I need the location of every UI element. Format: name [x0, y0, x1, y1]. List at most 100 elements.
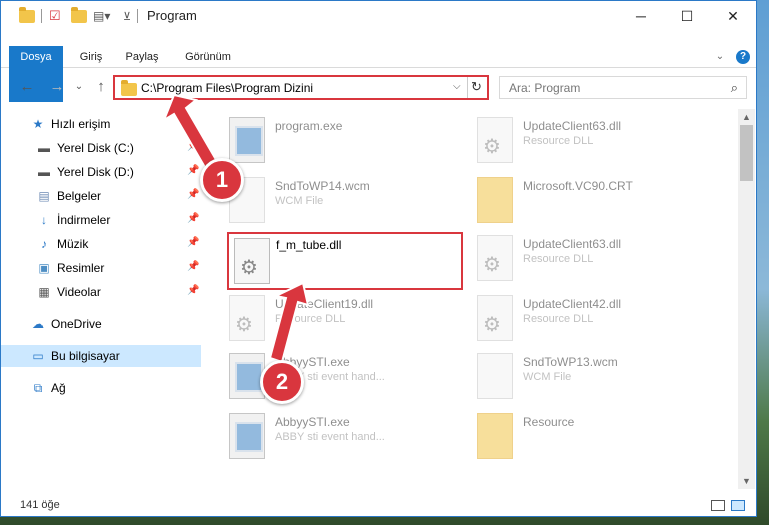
- download-icon: ↓: [41, 213, 47, 227]
- file-name: SndToWP14.wcm: [275, 179, 370, 193]
- minimize-button[interactable]: ─: [618, 1, 664, 31]
- pin-icon[interactable]: 📌: [187, 189, 199, 200]
- nav-network[interactable]: ⧉ Ağ: [1, 377, 201, 399]
- pin-icon[interactable]: 📌: [187, 165, 199, 176]
- address-dropdown-icon[interactable]: ⌵: [453, 81, 461, 92]
- tab-share[interactable]: Paylaş: [119, 46, 165, 68]
- maximize-button[interactable]: ☐: [664, 1, 710, 31]
- file-list: program.exe SndToWP14.wcm WCM File Updat…: [211, 109, 738, 489]
- nav-label: Belgeler: [57, 189, 102, 203]
- file-name: UpdateClient42.dll: [523, 297, 622, 311]
- pin-icon[interactable]: 📌: [187, 213, 199, 224]
- nav-videos[interactable]: ▦ Videolar 📌: [1, 281, 201, 303]
- music-icon: ♪: [41, 237, 47, 251]
- file-name: f_m_tube.dll: [276, 238, 342, 252]
- file-item[interactable]: UpdateClient63.dll Resource DLL: [459, 113, 704, 169]
- search-placeholder: Ara: Program: [509, 81, 581, 95]
- search-icon[interactable]: ⌕: [731, 80, 738, 96]
- file-item[interactable]: AbbyySTI.exe ABBY sti event hand...: [211, 409, 456, 465]
- dll-file-icon: [477, 295, 513, 341]
- new-folder-icon[interactable]: [71, 6, 87, 24]
- nav-downloads[interactable]: ↓ İndirmeler 📌: [1, 209, 201, 231]
- exe-file-icon: [229, 117, 265, 163]
- dll-file-icon: [229, 295, 265, 341]
- file-item[interactable]: UpdateClient63.dll Resource DLL: [459, 231, 704, 287]
- tab-home[interactable]: Giriş: [71, 46, 111, 68]
- item-count: 141 öğe: [20, 499, 60, 511]
- file-type: Resource DLL: [275, 313, 346, 325]
- pin-icon[interactable]: 📌: [187, 141, 199, 152]
- file-type: Resource DLL: [523, 313, 594, 325]
- nav-music[interactable]: ♪ Müzik 📌: [1, 233, 201, 255]
- address-path[interactable]: C:\Program Files\Program Dizini: [141, 81, 313, 95]
- nav-onedrive[interactable]: ☁ OneDrive: [31, 313, 201, 335]
- folder-icon: [19, 6, 35, 24]
- step-2-badge: 2: [260, 360, 304, 404]
- ribbon-tabs: Dosya Giriş Paylaş Görünüm ⌄ ?: [1, 46, 756, 102]
- file-item[interactable]: SndToWP13.wcm WCM File: [459, 349, 704, 405]
- pin-icon[interactable]: 📌: [187, 237, 199, 248]
- window-title: Program: [147, 8, 197, 23]
- drive-icon: ▬: [38, 141, 50, 155]
- file-type: Resource DLL: [523, 135, 594, 147]
- nav-quick-access[interactable]: ★ Hızlı erişim: [31, 113, 201, 135]
- nav-this-pc[interactable]: ▭ Bu bilgisayar: [1, 345, 201, 367]
- search-input[interactable]: Ara: Program ⌕: [499, 76, 747, 99]
- computer-icon: ▭: [32, 349, 44, 363]
- details-view-icon[interactable]: [711, 500, 725, 511]
- divider: [137, 9, 138, 23]
- nav-label: İndirmeler: [57, 213, 111, 227]
- file-name: UpdateClient63.dll: [523, 119, 622, 133]
- title-bar: ☑ ▤▾ ⊻ Program ─ ☐ ✕: [1, 1, 756, 31]
- scroll-thumb[interactable]: [740, 125, 753, 181]
- file-item[interactable]: Microsoft.VC90.CRT: [459, 173, 704, 229]
- large-icons-view-icon[interactable]: [731, 500, 745, 511]
- file-item[interactable]: Resource: [459, 409, 704, 465]
- file-name: program.exe: [275, 119, 343, 133]
- properties-icon[interactable]: ☑: [49, 8, 61, 24]
- videos-icon: ▦: [38, 285, 50, 299]
- exe-file-icon: [229, 413, 265, 459]
- toolbar-dropdown-icon[interactable]: ⊻: [123, 8, 131, 24]
- vertical-scrollbar[interactable]: ▲ ▼: [738, 109, 755, 489]
- file-name: SndToWP13.wcm: [523, 355, 618, 369]
- recent-locations-icon[interactable]: ⌄: [69, 77, 89, 97]
- navigation-pane: ★ Hızlı erişim ▬ Yerel Disk (C:) 📌 ▬ Yer…: [1, 109, 204, 489]
- refresh-icon[interactable]: ↻: [471, 79, 482, 95]
- pin-icon[interactable]: 📌: [187, 285, 199, 296]
- scroll-down-icon[interactable]: ▼: [738, 473, 755, 489]
- file-item[interactable]: UpdateClient42.dll Resource DLL: [459, 291, 704, 347]
- nav-label: Müzik: [57, 237, 89, 251]
- customize-toolbar-icon[interactable]: ▤▾: [93, 8, 110, 24]
- chevron-down-icon[interactable]: ⌄: [713, 46, 727, 68]
- file-item[interactable]: UpdateClient19.dll Resource DLL: [211, 291, 456, 347]
- status-bar: 141 öğe: [1, 491, 756, 516]
- file-item[interactable]: AbbyySTI.exe ABBY sti event hand...: [211, 349, 456, 405]
- close-button[interactable]: ✕: [710, 1, 756, 31]
- highlighted-file-item[interactable]: f_m_tube.dll: [227, 232, 463, 290]
- folder-icon: [121, 80, 137, 96]
- dll-file-icon: [234, 238, 270, 284]
- pin-icon[interactable]: 📌: [187, 261, 199, 272]
- tab-view[interactable]: Görünüm: [177, 46, 239, 68]
- forward-arrow-icon[interactable]: →: [47, 77, 67, 97]
- step-1-badge: 1: [200, 158, 244, 202]
- nav-documents[interactable]: ▤ Belgeler 📌: [1, 185, 201, 207]
- back-arrow-icon[interactable]: ←: [17, 77, 37, 97]
- nav-pictures[interactable]: ▣ Resimler 📌: [1, 257, 201, 279]
- address-bar[interactable]: C:\Program Files\Program Dizini ⌵ ↻: [113, 75, 489, 100]
- pictures-icon: ▣: [38, 261, 50, 275]
- help-icon[interactable]: ?: [736, 50, 750, 64]
- scroll-up-icon[interactable]: ▲: [738, 109, 755, 125]
- file-name: Microsoft.VC90.CRT: [523, 179, 633, 193]
- documents-icon: ▤: [38, 189, 50, 203]
- divider: [41, 9, 42, 23]
- file-type: WCM File: [523, 371, 572, 383]
- file-item[interactable]: SndToWP14.wcm WCM File: [211, 173, 456, 229]
- cloud-icon: ☁: [32, 317, 44, 331]
- file-name: UpdateClient19.dll: [275, 297, 374, 311]
- nav-local-disk-c[interactable]: ▬ Yerel Disk (C:) 📌: [1, 137, 201, 159]
- nav-local-disk-d[interactable]: ▬ Yerel Disk (D:) 📌: [1, 161, 201, 183]
- up-arrow-icon[interactable]: ↑: [91, 77, 111, 97]
- file-item[interactable]: program.exe: [211, 113, 456, 169]
